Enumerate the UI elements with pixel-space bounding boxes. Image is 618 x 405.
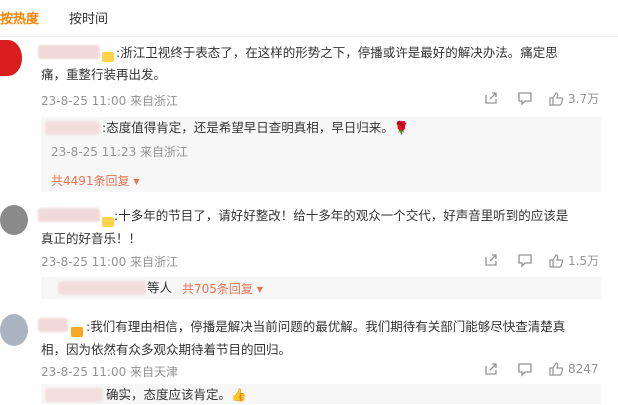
comment-text-cont: 真正的好音乐！！ [41, 231, 142, 246]
thumbs-up-icon [548, 91, 564, 107]
comment-button[interactable] [517, 361, 533, 377]
sort-tabs: 按热度 按时间 [0, 0, 618, 37]
like-count: 1.5万 [568, 254, 600, 268]
comment-button[interactable] [517, 90, 533, 106]
avatar[interactable] [0, 205, 28, 235]
vip-badge-icon [102, 46, 114, 65]
comment-icon [517, 252, 533, 268]
more-replies-link[interactable]: 共4491条回复 ▼ [51, 172, 140, 189]
share-icon [483, 90, 499, 106]
avatar[interactable] [0, 314, 28, 346]
thumbs-up-icon [548, 253, 564, 269]
more-replies-label: 共4491条回复 [51, 174, 130, 188]
comment-text-cont: 相，因为依然有众多观众期待着节目的回归。 [41, 342, 292, 357]
comment-text: :浙江卫视终于表态了，在这样的形势之下，停播或许是最好的解决办法。痛定思 [116, 45, 558, 60]
like-button[interactable]: 8247 [548, 361, 599, 377]
comment-meta: 23-8-25 11:00 来自浙江 [41, 255, 179, 269]
reply-meta: 23-8-25 11:23 来自浙江 [51, 145, 189, 159]
tab-time[interactable]: 按时间 [69, 8, 108, 27]
like-button[interactable]: 3.7万 [548, 90, 599, 107]
username-blurred[interactable] [38, 45, 100, 59]
vip-badge-icon [71, 321, 83, 340]
username-blurred[interactable] [38, 208, 100, 222]
comment-meta: 23-8-25 11:00 来自浙江 [41, 94, 179, 108]
share-icon [483, 361, 499, 377]
like-count: 8247 [568, 362, 599, 376]
comment-icon [517, 361, 533, 377]
thumbs-up-icon [548, 361, 564, 377]
comment-text: :十多年的节目了，请好好整改！给十多年的观众一个交代，好声音里听到的应该是 [114, 208, 569, 223]
more-replies-label: 共705条回复 [182, 282, 253, 296]
comment-meta: 23-8-25 11:00 来自天津 [41, 365, 179, 379]
share-icon [483, 252, 499, 268]
username-blurred[interactable] [38, 318, 68, 332]
share-button[interactable] [483, 361, 499, 377]
reply-usernames-blurred[interactable] [58, 281, 146, 295]
reply-summary: 等人 [147, 280, 173, 295]
reply-username-blurred[interactable] [45, 121, 100, 135]
comment-button[interactable] [517, 252, 533, 268]
comment-text-cont: 痛，重整行装再出发。 [41, 67, 167, 82]
comment-icon [517, 90, 533, 106]
caret-down-icon: ▼ [256, 285, 263, 294]
caret-down-icon: ▼ [133, 177, 140, 186]
tab-hot[interactable]: 按热度 [0, 8, 39, 27]
reply-username-blurred[interactable] [45, 388, 103, 402]
comment-text: :我们有理由相信，停播是解决当前问题的最优解。我们期待有关部门能够尽快查清楚真 [86, 319, 566, 334]
like-button[interactable]: 1.5万 [548, 252, 599, 269]
avatar[interactable] [0, 40, 22, 76]
more-replies-link[interactable]: 共705条回复 ▼ [182, 280, 263, 297]
share-button[interactable] [483, 90, 499, 106]
share-button[interactable] [483, 252, 499, 268]
reply-text: 确实，态度应该肯定。👍 [106, 387, 247, 402]
reply-text: :态度值得肯定，还是希望早日查明真相，早日归来。🌹 [102, 120, 410, 135]
like-count: 3.7万 [568, 92, 600, 106]
